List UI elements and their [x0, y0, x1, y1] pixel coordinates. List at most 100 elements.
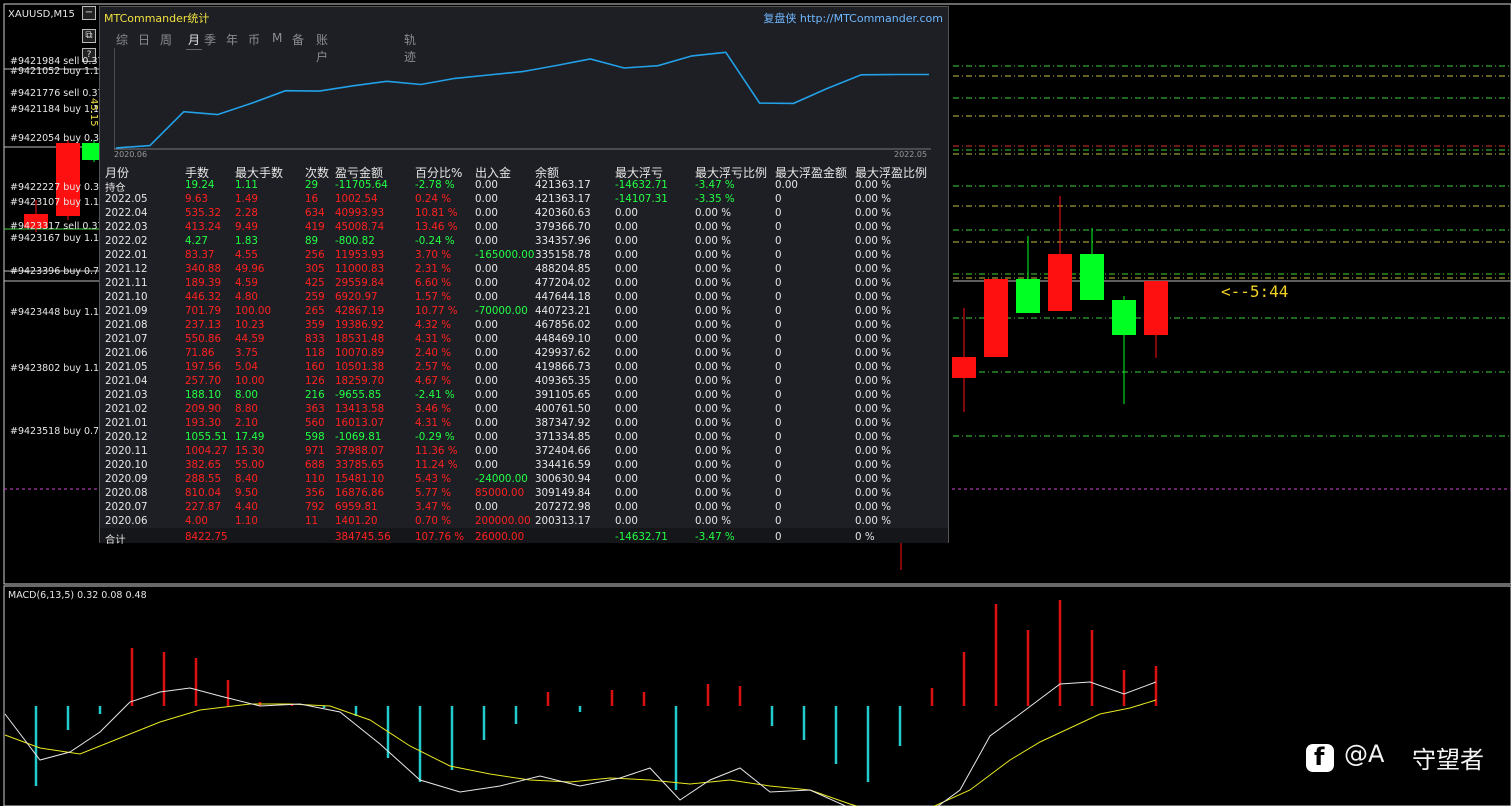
- table-cell: 3.70 %: [415, 249, 451, 261]
- tab-6[interactable]: 币: [248, 31, 260, 48]
- table-cell: 0.00 %: [855, 193, 891, 205]
- table-cell: 6920.97: [335, 291, 378, 303]
- table-cell: 2021.08: [105, 319, 148, 331]
- table-cell: 0: [775, 361, 782, 373]
- table-cell: 37988.07: [335, 445, 385, 457]
- table-cell: 256: [305, 249, 325, 261]
- brand-link[interactable]: 复盘侠 http://MTCommander.com: [763, 10, 943, 26]
- table-cell: 0.00 %: [855, 375, 891, 387]
- table-cell: 40993.93: [335, 207, 385, 219]
- table-cell: 0.00 %: [695, 291, 731, 303]
- table-cell: 0: [775, 319, 782, 331]
- brand-name: 复盘侠: [763, 12, 797, 25]
- table-cell: 2021.10: [105, 291, 148, 303]
- table-cell: 200313.17: [535, 515, 591, 527]
- order-label: #9422227 buy 0.37: [10, 182, 106, 193]
- table-cell: 9.49: [235, 221, 258, 233]
- table-row: 2021.09 701.79 100.00 265 42867.19 10.77 % -70…: [100, 305, 948, 319]
- tab-5[interactable]: 年: [226, 31, 238, 48]
- table-cell: 0: [775, 487, 782, 499]
- table-row: 2021.03 188.10 8.00 216 -9655.85 -2.41 % 0.00 3…: [100, 389, 948, 403]
- tab-4[interactable]: 季: [204, 31, 216, 48]
- table-cell: 33785.65: [335, 459, 385, 471]
- table-cell: 4.40: [235, 501, 258, 513]
- table-cell: 11.24 %: [415, 459, 458, 471]
- table-cell: 0.00: [615, 459, 638, 471]
- table-cell: 10501.38: [335, 361, 385, 373]
- table-row: 2020.09 288.55 8.40 110 15481.10 5.43 % -24000…: [100, 473, 948, 487]
- table-cell: 0.00 %: [695, 333, 731, 345]
- table-cell: 0: [775, 531, 782, 543]
- tab-3[interactable]: 月: [185, 31, 203, 50]
- table-cell: 16876.86: [335, 487, 385, 499]
- tab-7[interactable]: M: [272, 31, 282, 45]
- candle-body: [1016, 279, 1040, 313]
- table-cell: -0.29 %: [415, 431, 455, 443]
- table-row: 2021.01 193.30 2.10 560 16013.07 4.31 % 0.00 38…: [100, 417, 948, 431]
- table-cell: 11: [305, 515, 319, 527]
- table-cell: 19386.92: [335, 319, 385, 331]
- panel-title: MTCommander统计: [104, 12, 210, 25]
- table-row: 2020.12 1055.51 17.49 598 -1069.81 -0.29 % 0.0…: [100, 431, 948, 445]
- table-row: 2021.11 189.39 4.59 425 29559.84 6.60 % 0.00 47…: [100, 277, 948, 291]
- order-label: #9421776 sell 0.37: [10, 88, 104, 99]
- macd-frame: [3, 585, 1511, 806]
- table-cell: 18531.48: [335, 333, 385, 345]
- table-cell: 1002.54: [335, 193, 378, 205]
- table-cell: 11953.93: [335, 249, 385, 261]
- table-cell: -14632.71: [615, 531, 668, 543]
- table-cell: 0.24 %: [415, 193, 451, 205]
- panel-toggle-button[interactable]: ⧉: [82, 29, 96, 43]
- table-cell: 0.00: [475, 179, 498, 191]
- table-cell: 0.00: [615, 389, 638, 401]
- table-cell: 0.00: [475, 333, 498, 345]
- tab-0[interactable]: 综: [116, 31, 128, 48]
- tab-2[interactable]: 周: [160, 31, 172, 48]
- table-cell: 4.67 %: [415, 375, 451, 387]
- table-cell: 0.00: [475, 459, 498, 471]
- platform-logo-icon: [1306, 743, 1334, 772]
- table-cell: 0.00: [615, 445, 638, 457]
- table-cell: 0.00 %: [695, 389, 731, 401]
- table-cell: 0.00 %: [695, 277, 731, 289]
- table-cell: 0.00: [615, 361, 638, 373]
- brand-url[interactable]: http://MTCommander.com: [800, 12, 943, 25]
- table-cell: 2.40 %: [415, 347, 451, 359]
- table-cell: 4.00: [185, 515, 208, 527]
- table-row: 2021.04 257.70 10.00 126 18259.70 4.67 % 0.00 4…: [100, 375, 948, 389]
- table-cell: 409365.35: [535, 375, 591, 387]
- candle-body: [1144, 281, 1168, 335]
- table-cell: 2021.11: [105, 277, 148, 289]
- table-cell: 0.00: [475, 361, 498, 373]
- table-cell: 85000.00: [475, 487, 525, 499]
- table-cell: 0.00 %: [855, 403, 891, 415]
- tab-1[interactable]: 日: [138, 31, 150, 48]
- table-cell: 2.28: [235, 207, 258, 219]
- table-cell: 5.77 %: [415, 487, 451, 499]
- table-cell: 26000.00: [475, 531, 525, 543]
- table-row: 2021.12 340.88 49.96 305 11000.83 2.31 % 0.00 4…: [100, 263, 948, 277]
- table-cell: 19.24: [185, 179, 215, 191]
- tab-8[interactable]: 备: [292, 31, 304, 48]
- table-cell: 193.30: [185, 417, 222, 429]
- table-cell: 0.00: [475, 501, 498, 513]
- table-cell: 0.00 %: [695, 221, 731, 233]
- order-label: #9423396 buy 0.74: [10, 266, 106, 277]
- table-cell: 0.00 %: [855, 333, 891, 345]
- table-cell: 0.00: [475, 193, 498, 205]
- table-cell: 0: [775, 235, 782, 247]
- table-cell: 0.00: [475, 263, 498, 275]
- table-cell: 265: [305, 305, 325, 317]
- table-cell: 18259.70: [335, 375, 385, 387]
- table-cell: 0.00 %: [695, 319, 731, 331]
- table-cell: 0.00 %: [855, 431, 891, 443]
- table-cell: 400761.50: [535, 403, 591, 415]
- table-cell: 0.00: [615, 333, 638, 345]
- table-cell: 1.83: [235, 235, 258, 247]
- table-cell: 598: [305, 431, 325, 443]
- table-cell: 100.00: [235, 305, 272, 317]
- table-cell: 237.13: [185, 319, 222, 331]
- stats-panel[interactable]: MTCommander统计 复盘侠 http://MTCommander.com…: [99, 6, 949, 546]
- table-cell: 5.04: [235, 361, 258, 373]
- minimize-button[interactable]: −: [82, 6, 96, 20]
